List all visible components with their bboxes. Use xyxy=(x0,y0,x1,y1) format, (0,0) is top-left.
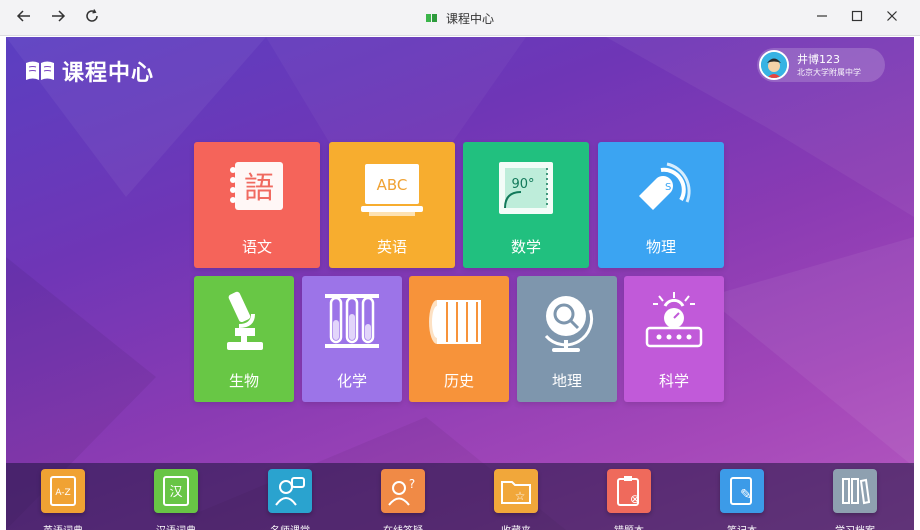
user-profile[interactable]: 井博123 北京大学附属中学 xyxy=(757,48,885,82)
svg-text:語: 語 xyxy=(244,171,274,206)
minimize-icon[interactable] xyxy=(811,8,833,28)
user-info: 井博123 北京大学附属中学 xyxy=(797,53,861,78)
favorites-glyph: ☆ xyxy=(515,489,526,503)
subject-tile-english[interactable]: ABC 英语 xyxy=(329,142,455,268)
avatar[interactable] xyxy=(759,50,789,80)
dock-label: 在线答疑 xyxy=(368,522,438,530)
subject-tile-science[interactable]: 科学 xyxy=(624,276,724,402)
user-name: 井博123 xyxy=(797,52,840,66)
subject-tile-geography[interactable]: 地理 xyxy=(517,276,617,402)
chinese-dictionary-icon[interactable]: 汉 xyxy=(154,469,198,513)
chinese-notebook-icon: 語 xyxy=(230,162,283,210)
favorites-folder-icon[interactable]: ☆ xyxy=(494,469,538,513)
study-archive-icon[interactable] xyxy=(833,469,877,513)
subject-tile-chinese[interactable]: 語 语文 xyxy=(194,142,320,268)
magnet-icon: S xyxy=(639,162,691,210)
test-tubes-icon xyxy=(325,294,379,348)
scroll-icon xyxy=(429,300,481,344)
dock-item-notebook[interactable]: ✎ 笔记本 xyxy=(707,469,777,530)
english-dictionary-icon[interactable]: A-Z xyxy=(41,469,85,513)
subject-label: 历史 xyxy=(443,372,474,390)
app-logo-icon xyxy=(425,14,437,22)
subject-label: 地理 xyxy=(551,372,582,390)
dock-label: 名师课堂 xyxy=(255,522,325,530)
chinese-dictionary-glyph: 汉 xyxy=(169,485,182,500)
notebook-glyph: ✎ xyxy=(740,487,752,503)
english-dictionary-glyph: A-Z xyxy=(55,488,70,498)
globe-icon xyxy=(544,296,594,352)
user-school: 北京大学附属中学 xyxy=(797,67,861,77)
protractor-icon: 90° xyxy=(499,162,553,214)
subject-tile-math[interactable]: 90° 数学 xyxy=(463,142,589,268)
teacher-class-icon[interactable] xyxy=(268,469,312,513)
dock-label: 英语词典 xyxy=(28,522,98,530)
subject-label: 语文 xyxy=(241,238,272,256)
notebook-icon[interactable]: ✎ xyxy=(720,469,764,513)
dock-item-english-dictionary[interactable]: A-Z 英语词典 xyxy=(28,469,98,530)
dock-label: 错题本 xyxy=(594,522,664,530)
close-icon[interactable] xyxy=(881,8,903,28)
subject-label: 物理 xyxy=(645,238,676,256)
maximize-icon[interactable] xyxy=(846,8,868,28)
svg-text:S: S xyxy=(665,182,671,193)
subject-tile-physics[interactable]: S 物理 xyxy=(598,142,724,268)
window-titlebar: 课程中心 xyxy=(0,0,920,36)
subject-label: 化学 xyxy=(336,372,367,390)
dock-item-online-qa[interactable]: ? 在线答疑 xyxy=(368,469,438,530)
tools-dock: A-Z 英语词典 汉 汉语词典 名师课堂 ? 在线答疑 ☆ 收藏夹 ⊗ 错题本 xyxy=(6,463,914,530)
online-qa-glyph: ? xyxy=(409,477,415,491)
dock-label: 笔记本 xyxy=(707,522,777,530)
course-center-stage: 课程中心 井博123 北京大学附属中学 語 语文 ABC 英语 90° 数学 S… xyxy=(6,37,914,530)
subject-label: 数学 xyxy=(510,238,541,256)
brand-title: 课程中心 xyxy=(62,61,155,86)
dock-item-teacher-class[interactable]: 名师课堂 xyxy=(255,469,325,530)
online-qa-icon[interactable]: ? xyxy=(381,469,425,513)
dock-item-favorites[interactable]: ☆ 收藏夹 xyxy=(481,469,551,530)
mistake-book-icon[interactable]: ⊗ xyxy=(607,469,651,513)
abc-board-icon: ABC xyxy=(361,164,423,216)
subject-label: 生物 xyxy=(228,372,259,390)
window-title: 课程中心 xyxy=(0,0,920,36)
brand: 课程中心 xyxy=(24,55,154,87)
mistake-book-glyph: ⊗ xyxy=(630,492,640,506)
subject-label: 科学 xyxy=(658,372,689,390)
open-book-icon xyxy=(26,61,54,80)
subject-tile-history[interactable]: 历史 xyxy=(409,276,509,402)
dock-label: 汉语词典 xyxy=(141,522,211,530)
dock-item-study-archive[interactable]: 学习档案 xyxy=(820,469,890,530)
dock-item-mistake-book[interactable]: ⊗ 错题本 xyxy=(594,469,664,530)
science-machine-icon xyxy=(645,292,703,348)
subject-label: 英语 xyxy=(376,238,407,256)
subject-tile-biology[interactable]: 生物 xyxy=(194,276,294,402)
window-title-text: 课程中心 xyxy=(445,11,494,26)
dock-item-chinese-dictionary[interactable]: 汉 汉语词典 xyxy=(141,469,211,530)
dock-label: 学习档案 xyxy=(820,522,890,530)
microscope-icon xyxy=(227,291,263,350)
svg-text:ABC: ABC xyxy=(377,176,408,194)
svg-text:90°: 90° xyxy=(511,177,534,192)
dock-label: 收藏夹 xyxy=(481,522,551,530)
subject-tile-chemistry[interactable]: 化学 xyxy=(302,276,402,402)
